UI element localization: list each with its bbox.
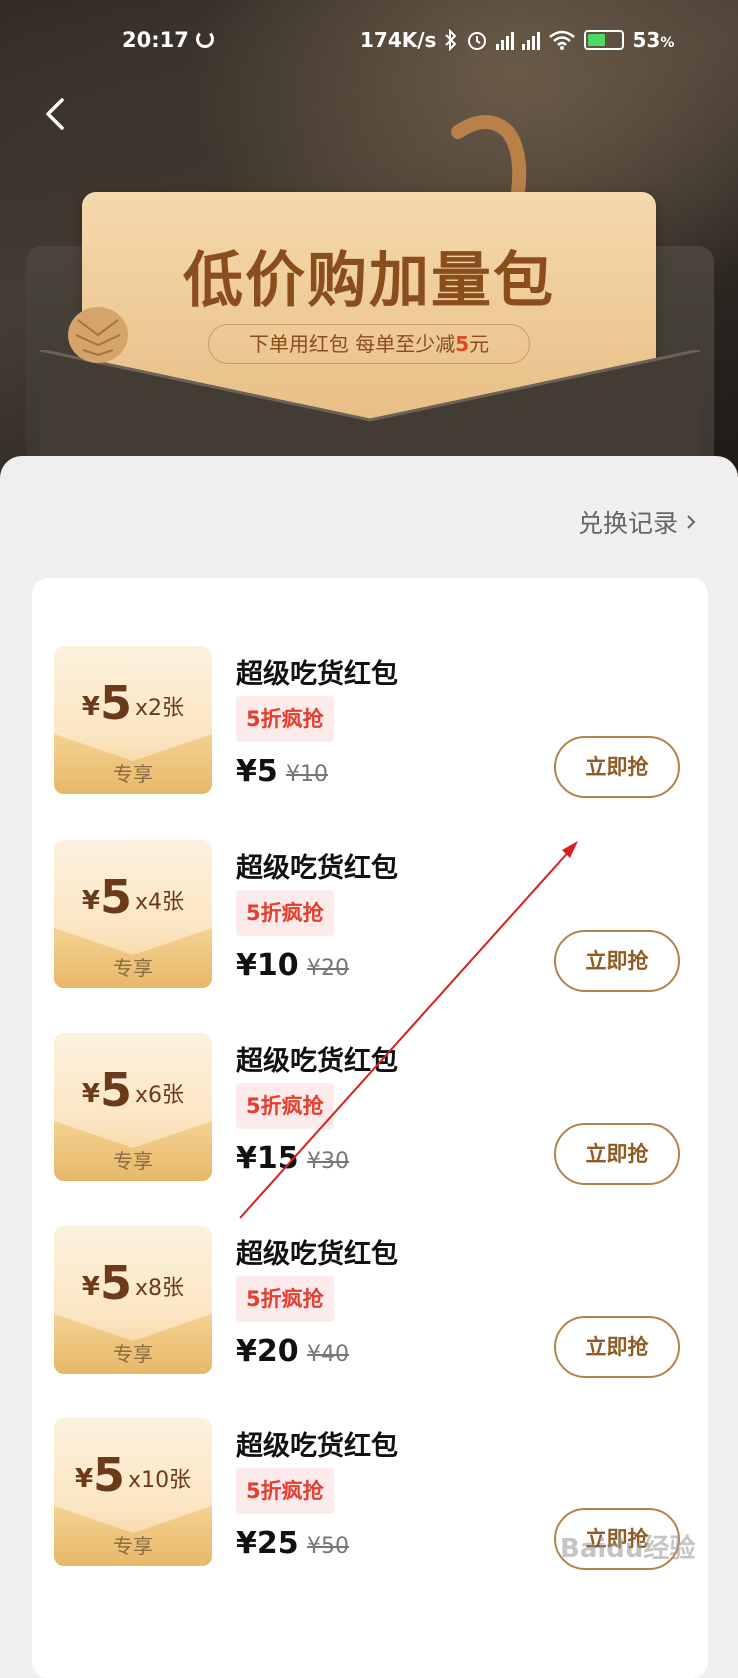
item-title: 超级吃货红包 — [236, 853, 398, 884]
coupon-tag: 专享 — [113, 1149, 153, 1173]
network-speed: 174K/s — [360, 28, 437, 52]
chevron-right-icon — [687, 515, 696, 529]
list-item: ¥5 x2张 专享 超级吃货红包 5折疯抢 ¥5 ¥10 立即抢 — [32, 646, 708, 816]
hero-banner: 20:17 174K/s 53% 低价购加量包 下单用红包 每单至少减5元 — [0, 0, 738, 480]
coupon-value: 5 — [100, 870, 133, 924]
signal-icon — [522, 30, 541, 50]
content-sheet: 兑换记录 ¥5 x2张 专享 超级吃货红包 5折疯抢 ¥5 ¥10 立即抢 ¥5 x4张 专享 超级吃… — [0, 456, 738, 1678]
banner-title: 低价购加量包 — [183, 246, 555, 316]
status-bar: 20:17 174K/s 53% — [0, 22, 738, 62]
coupon-card: ¥5 x8张专享 — [54, 1226, 212, 1374]
discount-badge: 5折疯抢 — [236, 890, 334, 936]
coupon-count: x4张 — [135, 890, 185, 915]
original-price: ¥40 — [307, 1342, 349, 1367]
coupon-value: 5 — [100, 1063, 133, 1117]
original-price: ¥10 — [286, 762, 328, 787]
discount-badge: 5折疯抢 — [236, 1083, 334, 1129]
coupon-card: ¥5 x6张专享 — [54, 1033, 212, 1181]
item-price: ¥10 — [236, 948, 299, 983]
wifi-icon — [549, 30, 576, 50]
item-title: 超级吃货红包 — [236, 1239, 398, 1270]
signal-icon — [496, 30, 515, 50]
coupon-tag: 专享 — [113, 1342, 153, 1366]
coupon-value: 5 — [100, 676, 133, 730]
grab-now-button[interactable]: 立即抢 — [554, 930, 680, 992]
coupon-card: ¥5 x2张专享 — [54, 646, 212, 794]
coupon-tag: 专享 — [113, 1534, 153, 1558]
coupon-value: 5 — [100, 1256, 133, 1310]
coupon-count: x6张 — [135, 1083, 185, 1108]
list-item: ¥5 x6张 专享 超级吃货红包 5折疯抢 ¥15 ¥30 立即抢 — [32, 1033, 708, 1203]
ribbon-decoration — [451, 115, 527, 199]
exchange-history-label: 兑换记录 — [577, 509, 678, 538]
item-price: ¥15 — [236, 1141, 299, 1176]
coupon-amount: ¥5 x2张 — [54, 676, 212, 730]
pinecone-decoration — [68, 307, 128, 363]
coupon-value: 5 — [93, 1448, 126, 1502]
bluetooth-icon — [445, 29, 457, 51]
discount-badge: 5折疯抢 — [236, 1276, 334, 1322]
original-price: ¥50 — [307, 1534, 349, 1559]
coupon-card: ¥5 x4张专享 — [54, 840, 212, 988]
coupon-count: x10张 — [128, 1468, 192, 1493]
exchange-history-link[interactable]: 兑换记录 — [578, 504, 698, 540]
coupon-tag: 专享 — [113, 956, 153, 980]
item-price: ¥20 — [236, 1334, 299, 1369]
grab-now-button[interactable]: 立即抢 — [554, 1123, 680, 1185]
coupon-amount: ¥5 x6张 — [54, 1063, 212, 1117]
original-price: ¥20 — [307, 956, 349, 981]
sync-icon — [196, 30, 214, 48]
item-price: ¥25 — [236, 1526, 299, 1561]
coupon-amount: ¥5 x8张 — [54, 1256, 212, 1310]
original-price: ¥30 — [307, 1149, 349, 1174]
coupon-tag: 专享 — [113, 762, 153, 786]
coupon-card: ¥5 x10张专享 — [54, 1418, 212, 1566]
item-price: ¥5 — [236, 754, 278, 789]
list-item: ¥5 x8张 专享 超级吃货红包 5折疯抢 ¥20 ¥40 立即抢 — [32, 1226, 708, 1396]
coupon-currency: ¥ — [81, 886, 101, 916]
item-title: 超级吃货红包 — [236, 1431, 398, 1462]
list-item: ¥5 x4张 专享 超级吃货红包 5折疯抢 ¥10 ¥20 立即抢 — [32, 840, 708, 1010]
back-arrow-icon[interactable] — [38, 96, 74, 132]
grab-now-button[interactable]: 立即抢 — [554, 736, 680, 798]
status-time: 20:17 — [122, 28, 189, 52]
battery-icon — [584, 30, 625, 50]
package-list: ¥5 x2张 专享 超级吃货红包 5折疯抢 ¥5 ¥10 立即抢 ¥5 x4张 专享 超级吃货红包 5折… — [32, 578, 708, 1678]
battery-percent: 53% — [632, 28, 675, 52]
item-title: 超级吃货红包 — [236, 1046, 398, 1077]
discount-badge: 5折疯抢 — [236, 696, 334, 742]
coupon-currency: ¥ — [74, 1464, 94, 1494]
status-indicators: 174K/s 53% — [360, 28, 674, 52]
coupon-count: x2张 — [135, 696, 185, 721]
grab-now-button[interactable]: 立即抢 — [554, 1316, 680, 1378]
coupon-amount: ¥5 x10张 — [54, 1448, 212, 1502]
item-title: 超级吃货红包 — [236, 659, 398, 690]
coupon-amount: ¥5 x4张 — [54, 870, 212, 924]
watermark: Baidu经验 — [560, 1534, 696, 1564]
coupon-currency: ¥ — [81, 1079, 101, 1109]
coupon-currency: ¥ — [81, 692, 101, 722]
discount-badge: 5折疯抢 — [236, 1468, 334, 1514]
alarm-icon — [468, 32, 487, 50]
coupon-currency: ¥ — [81, 1272, 101, 1302]
coupon-count: x8张 — [135, 1276, 185, 1301]
